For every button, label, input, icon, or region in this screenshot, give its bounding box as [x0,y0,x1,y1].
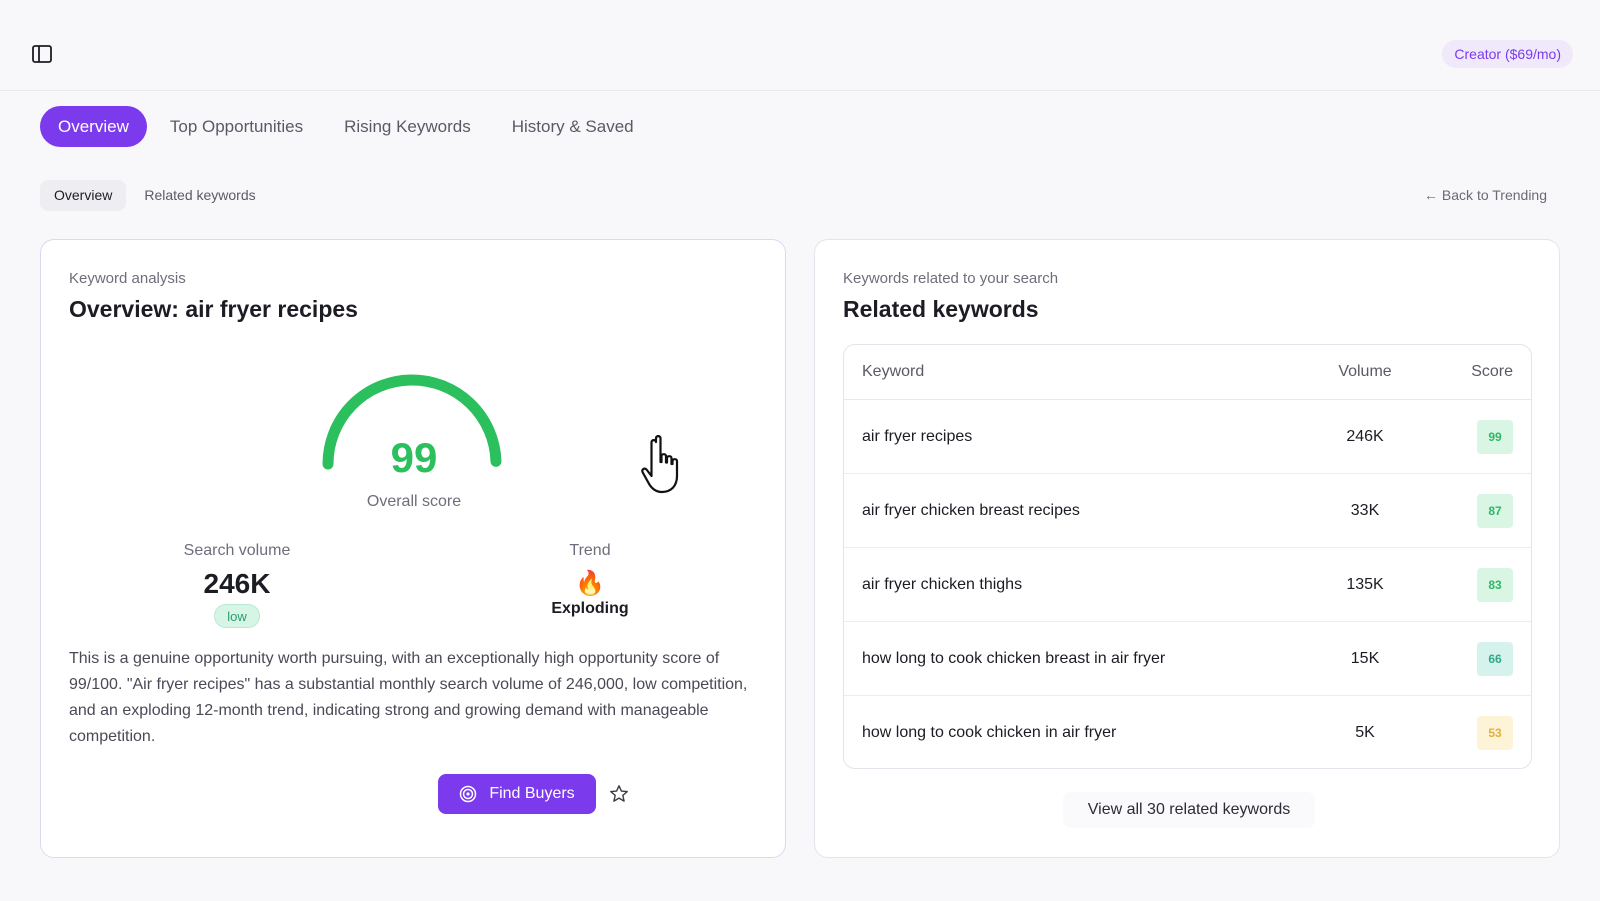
keyword-cell: air fryer chicken thighs [862,575,1023,593]
find-buyers-button[interactable]: Find Buyers [438,774,596,814]
keyword-cell: how long to cook chicken breast in air f… [862,649,1166,667]
table-row[interactable]: air fryer recipes 246K 99 [844,400,1531,474]
flame-icon: 🔥 [575,570,605,597]
volume-cell: 246K [1346,427,1384,445]
score-cell: 99 [1413,419,1513,454]
competition-badge: low [214,604,260,628]
tab-rising-keywords[interactable]: Rising Keywords [326,106,489,147]
subtab-related-keywords[interactable]: Related keywords [130,180,269,211]
trend-label: Trend [569,542,611,559]
find-buyers-label: Find Buyers [489,785,575,802]
search-volume-value: 246K [203,568,271,599]
sub-tabs: Overview Related keywords [40,180,274,211]
overview-eyebrow: Keyword analysis [69,270,186,287]
keyword-cell: how long to cook chicken in air fryer [862,724,1117,741]
top-bar: Creator ($69/mo) [0,0,1600,91]
table-row[interactable]: how long to cook chicken breast in air f… [844,622,1531,696]
score-cell: 53 [1413,716,1513,750]
target-icon [460,785,477,803]
column-header-keyword[interactable]: Keyword [862,363,1317,381]
table-row[interactable]: air fryer chicken thighs 135K 83 [844,548,1531,622]
overview-card: Keyword analysis Overview: air fryer rec… [40,239,786,858]
score-chip: 66 [1477,641,1513,676]
volume-cell: 15K [1350,649,1380,667]
related-title: Related keywords [843,296,1039,322]
score-chip: 53 [1477,716,1513,750]
star-icon[interactable] [609,784,629,804]
table-row[interactable]: air fryer chicken breast recipes 33K 87 [844,474,1531,548]
related-keywords-table: Keyword Volume Score air fryer recipes 24… [843,344,1532,769]
tab-history-saved[interactable]: History & Saved [494,106,652,147]
overview-summary: This is a genuine opportunity worth purs… [69,650,748,745]
tab-top-opportunities[interactable]: Top Opportunities [152,106,321,147]
column-header-score[interactable]: Score [1413,363,1513,381]
trend-value: Exploding [551,600,629,617]
table-row[interactable]: how long to cook chicken in air fryer 5K 5… [844,696,1531,768]
related-eyebrow: Keywords related to your search [843,270,1059,287]
hand-pointer-cursor-icon [641,435,679,494]
view-all-related-button[interactable]: View all 30 related keywords [1063,792,1315,828]
score-cell: 66 [1413,641,1513,676]
overview-title: Overview: air fryer recipes [69,296,358,322]
score-chip: 99 [1477,419,1513,454]
score-cell: 87 [1413,493,1513,528]
keyword-cell: air fryer recipes [862,427,973,445]
main-tabs: Overview Top Opportunities Rising Keywor… [40,106,657,147]
score-chip: 87 [1477,493,1513,528]
volume-cell: 135K [1346,575,1384,593]
sidebar-toggle-icon[interactable] [32,45,52,63]
search-volume-metric: Search volume 246K low [137,542,337,628]
subtab-overview[interactable]: Overview [40,180,127,211]
search-volume-label: Search volume [183,542,291,559]
column-header-volume[interactable]: Volume [1317,363,1413,381]
related-keywords-card: Keywords related to your search Related … [814,239,1560,858]
volume-cell: 33K [1350,501,1380,519]
volume-cell: 5K [1355,724,1375,741]
score-chip: 83 [1477,567,1513,602]
keyword-cell: air fryer chicken breast recipes [862,501,1080,519]
trend-metric: Trend 🔥 Exploding [490,542,690,618]
back-to-trending-link[interactable]: ← Back to Trending [1424,187,1547,203]
tab-overview[interactable]: Overview [40,106,147,147]
plan-badge[interactable]: Creator ($69/mo) [1442,40,1573,68]
table-header: Keyword Volume Score [844,345,1531,400]
score-cell: 83 [1413,567,1513,602]
